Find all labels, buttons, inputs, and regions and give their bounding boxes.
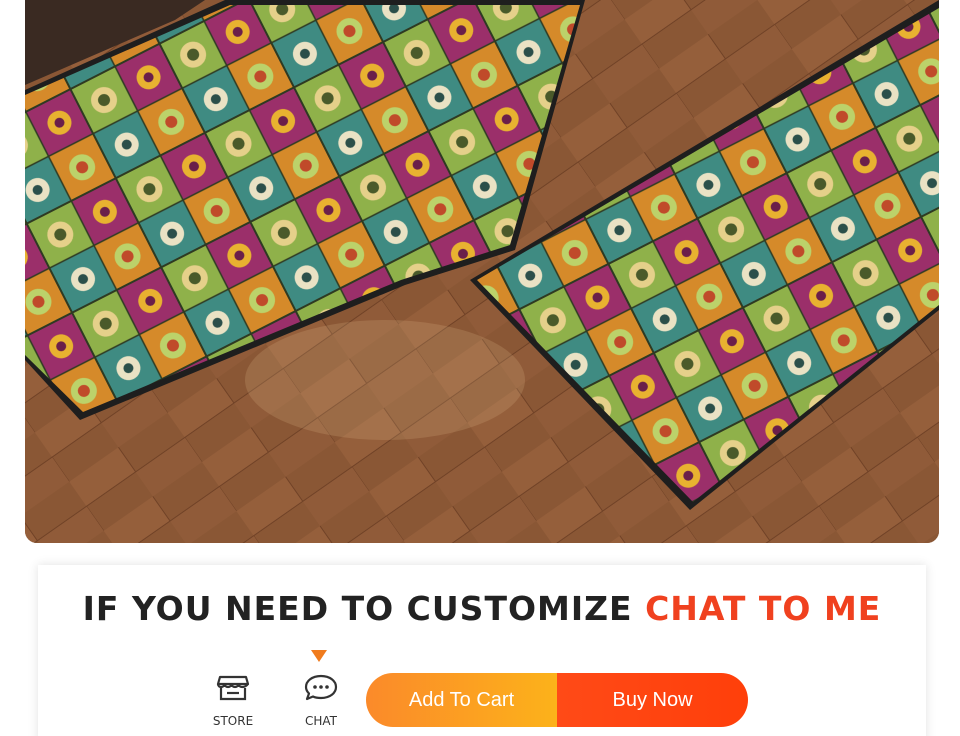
customize-headline: IF YOU NEED TO CUSTOMIZE CHAT TO ME [38, 589, 926, 628]
chat-button[interactable]: CHAT [291, 673, 351, 728]
chat-bubble-icon [303, 674, 339, 707]
purchase-action-bar: Add To Cart Buy Now [366, 673, 748, 727]
store-button[interactable]: STORE [203, 673, 263, 728]
headline-accent-text: CHAT TO ME [645, 589, 882, 628]
chat-label: CHAT [304, 714, 337, 728]
tile-mats-illustration [25, 0, 939, 543]
add-to-cart-label: Add To Cart [408, 688, 515, 711]
store-icon [216, 675, 250, 707]
product-photo [25, 0, 939, 543]
chat-pointer-arrow-icon [311, 650, 327, 662]
customize-card: IF YOU NEED TO CUSTOMIZE CHAT TO ME STOR… [38, 565, 926, 736]
headline-main-text: IF YOU NEED TO CUSTOMIZE [82, 589, 646, 628]
buy-now-label: Buy Now [612, 688, 693, 711]
product-page: IF YOU NEED TO CUSTOMIZE CHAT TO ME STOR… [0, 0, 960, 736]
add-to-cart-button[interactable]: Add To Cart [366, 673, 557, 727]
store-label: STORE [212, 714, 254, 728]
buy-now-button[interactable]: Buy Now [557, 673, 748, 727]
